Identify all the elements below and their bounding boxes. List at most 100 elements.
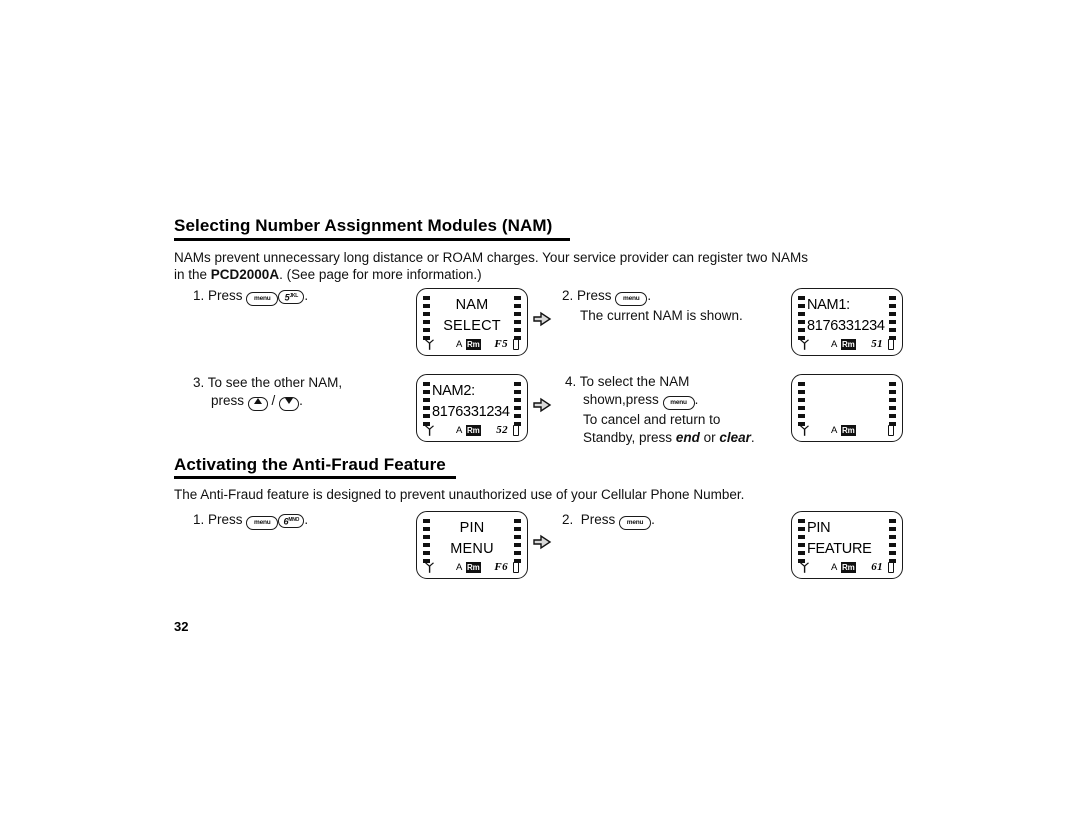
menu-key-icon[interactable]: menu — [619, 516, 652, 530]
battery-icon — [513, 423, 519, 436]
battery-icon — [888, 560, 894, 573]
battery-icon — [888, 423, 894, 436]
step-2-press-label: Press — [580, 512, 616, 527]
step-4-line-1: To select the NAM — [579, 374, 690, 389]
lcd-roam-badge: Rm — [466, 562, 481, 573]
lcd-left-bars — [798, 382, 805, 426]
lcd-status-bar: A Rm F5 — [424, 337, 520, 351]
lcd-status-letter: A — [831, 562, 838, 573]
lcd-text-area: NAM SELECT — [431, 295, 513, 339]
lcd-display-pin-menu: PIN MENU A Rm F6 — [416, 511, 528, 579]
intro-line-1: The Anti-Fraud feature is designed to pr… — [174, 487, 745, 502]
menu-key-icon[interactable]: menu — [246, 292, 279, 306]
lcd-display-blank: A Rm — [791, 374, 903, 442]
lcd-status-letter: A — [831, 425, 838, 436]
lcd-text-area: NAM2: 8176331234 — [432, 381, 512, 425]
lcd-line-2: 8176331234 — [432, 404, 510, 420]
step-1-nam: 1. Press menu 5JKL. — [193, 287, 308, 307]
lcd-status-letter: A — [456, 339, 463, 350]
up-arrow-key-icon[interactable] — [247, 397, 268, 411]
lcd-status-bar: A Rm F6 — [424, 560, 520, 574]
lcd-roam-badge: Rm — [841, 339, 856, 350]
antenna-icon — [800, 562, 809, 573]
lcd-status-code: 61 — [871, 561, 883, 573]
lcd-right-bars — [889, 519, 896, 563]
antenna-icon — [800, 425, 809, 436]
lcd-status-letter: A — [456, 425, 463, 436]
battery-icon — [888, 337, 894, 350]
antenna-icon — [425, 562, 434, 573]
lcd-line-2: FEATURE — [807, 541, 872, 557]
lcd-roam-badge: Rm — [841, 562, 856, 573]
battery-icon — [513, 337, 519, 350]
section-heading-anti-fraud: Activating the Anti-Fraud Feature — [174, 455, 446, 474]
step-1-press-label: Press — [208, 512, 243, 527]
step-4-line-3: To cancel and return to — [583, 412, 721, 427]
digit-6-key-icon[interactable]: 6MNO — [278, 513, 305, 528]
step-4-number: 4. — [565, 374, 577, 389]
intro-line-2-prefix: in the — [174, 267, 211, 282]
step-1-number: 1. — [193, 512, 205, 527]
menu-key-icon[interactable]: menu — [662, 396, 695, 410]
step-1-press-label: Press — [208, 288, 243, 303]
page-number: 32 — [174, 619, 189, 634]
menu-key-label: menu — [254, 295, 271, 302]
antenna-icon — [425, 339, 434, 350]
product-name: PCD2000A — [210, 267, 280, 282]
intro-paragraph-anti-fraud: The Anti-Fraud feature is designed to pr… — [174, 486, 874, 503]
lcd-text-area: PIN FEATURE — [807, 518, 887, 562]
lcd-status-code: F6 — [494, 561, 508, 573]
lcd-display-nam-select: NAM SELECT A Rm F5 — [416, 288, 528, 356]
lcd-line-2: SELECT — [443, 318, 501, 334]
step-3-slash: / — [271, 393, 276, 408]
lcd-status-bar: A Rm 52 — [424, 423, 520, 437]
lcd-line-1: PIN — [807, 520, 831, 536]
step-3-number: 3. — [193, 375, 205, 390]
lcd-display-nam2: NAM2: 8176331234 A Rm 52 — [416, 374, 528, 442]
step-1-period: . — [304, 512, 309, 527]
down-arrow-key-icon[interactable] — [279, 397, 300, 411]
lcd-roam-badge: Rm — [841, 425, 856, 436]
lcd-roam-badge: Rm — [466, 339, 481, 350]
lcd-status-bar: A Rm — [799, 423, 895, 437]
lcd-display-nam1: NAM1: 8176331234 A Rm 51 — [791, 288, 903, 356]
lcd-line-2: 8176331234 — [807, 318, 885, 334]
triangle-down-glyph — [285, 398, 294, 404]
lcd-display-pin-feature: PIN FEATURE A Rm 61 — [791, 511, 903, 579]
manual-page: Selecting Number Assignment Modules (NAM… — [0, 0, 1080, 834]
lcd-status-code: 52 — [496, 424, 508, 436]
step-1-number: 1. — [193, 288, 205, 303]
lcd-status-bar: A Rm 61 — [799, 560, 895, 574]
lcd-line-1: NAM1: — [807, 297, 850, 313]
step-2-press-label: Press — [577, 288, 612, 303]
menu-key-icon[interactable]: menu — [246, 516, 279, 530]
step-4-line-4-prefix: Standby, press — [583, 430, 676, 445]
lcd-text-area — [806, 381, 888, 425]
step-2-nam: 2. Press menu. The current NAM is shown. — [562, 287, 743, 325]
right-block-arrow-icon — [533, 534, 552, 550]
right-block-arrow-icon — [533, 311, 552, 327]
lcd-left-bars — [423, 382, 430, 426]
menu-key-label: menu — [623, 295, 640, 302]
menu-key-icon[interactable]: menu — [615, 292, 648, 306]
menu-key-label: menu — [670, 399, 687, 406]
antenna-icon — [425, 425, 434, 436]
step-3-nam: 3. To see the other NAM, press / . — [193, 374, 342, 412]
step-1-anti-fraud: 1. Press menu 6MNO. — [193, 511, 308, 531]
section-heading-nam: Selecting Number Assignment Modules (NAM… — [174, 216, 553, 235]
lcd-text-area: NAM1: 8176331234 — [807, 295, 887, 339]
lcd-right-bars — [889, 296, 896, 340]
lcd-right-bars — [889, 382, 896, 426]
digit-5-key-letters: JKL — [289, 292, 298, 299]
right-block-arrow-icon — [533, 397, 552, 413]
lcd-left-bars — [798, 519, 805, 563]
lcd-right-bars — [514, 296, 521, 340]
triangle-up-glyph — [253, 398, 262, 404]
lcd-status-letter: A — [456, 562, 463, 573]
step-2-line-2: The current NAM is shown. — [580, 308, 743, 323]
digit-5-key-icon[interactable]: 5JKL — [278, 289, 305, 304]
section-rule-anti-fraud — [174, 476, 456, 479]
step-4-line-2-suffix: . — [694, 392, 699, 407]
lcd-roam-badge: Rm — [466, 425, 481, 436]
lcd-right-bars — [514, 519, 521, 563]
